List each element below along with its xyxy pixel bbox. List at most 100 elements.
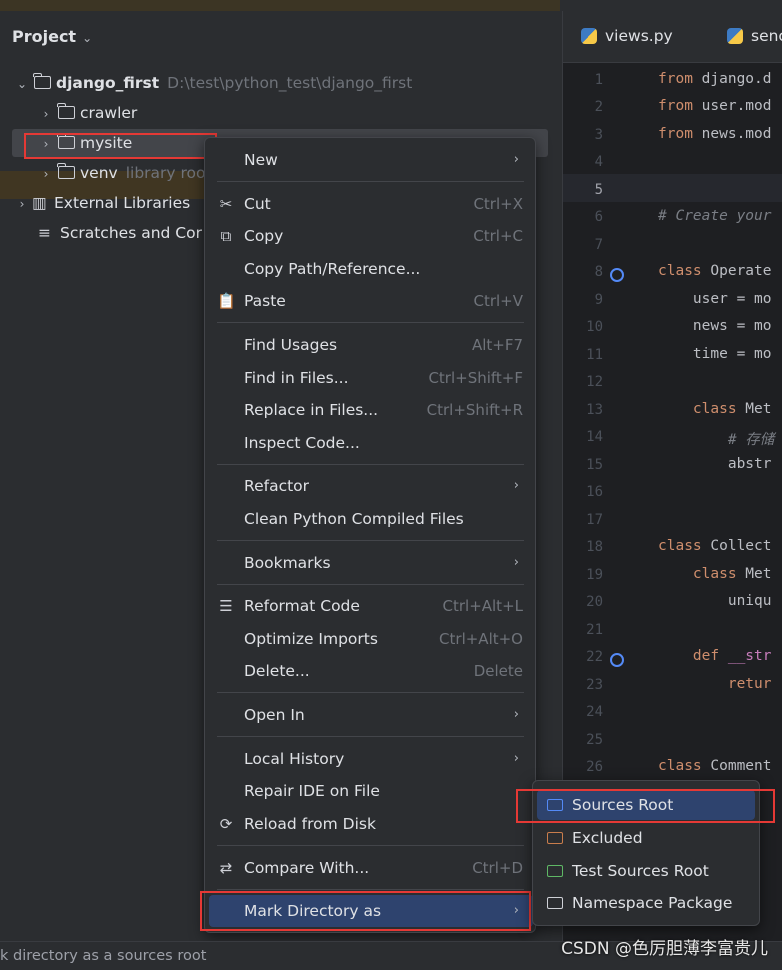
code-text: user.mod xyxy=(692,98,772,114)
code-text: user = mo xyxy=(658,291,772,307)
menu-item-reformat-code[interactable]: ☰ Reformat Code Ctrl+Alt+L xyxy=(205,591,535,621)
tree-item-scratches[interactable]: ≡ Scratches and Cor xyxy=(38,219,202,247)
menu-item-label: Find Usages xyxy=(244,336,338,354)
menu-item-label: Optimize Imports xyxy=(244,630,378,648)
menu-item-optimize-imports[interactable]: Optimize Imports Ctrl+Alt+O xyxy=(205,624,535,654)
annotation-box-mark-directory xyxy=(200,891,531,931)
code-text: abstr xyxy=(658,456,772,472)
tab-label: views.py xyxy=(605,27,673,45)
tree-item-label: venv xyxy=(80,164,118,182)
menu-item-find-in-files[interactable]: Find in Files... Ctrl+Shift+F xyxy=(205,363,535,393)
code-keyword: class xyxy=(658,263,702,279)
menu-item-label: Copy Path/Reference... xyxy=(244,260,421,278)
menu-item-label: Paste xyxy=(244,292,286,310)
menu-item-shortcut: Ctrl+Alt+O xyxy=(439,630,523,648)
title-strip xyxy=(0,0,782,11)
menu-separator xyxy=(217,322,524,323)
menu-item-label: Inspect Code... xyxy=(244,434,360,452)
code-text: Met xyxy=(736,566,772,582)
menu-item-label: Clean Python Compiled Files xyxy=(244,510,464,528)
submenu-item-label: Excluded xyxy=(572,829,643,847)
menu-item-new[interactable]: New › xyxy=(205,145,535,175)
code-comment: # Create your xyxy=(658,208,772,224)
folder-icon xyxy=(57,163,75,179)
code-text: __str xyxy=(719,648,772,664)
menu-separator xyxy=(217,692,524,693)
code-text: django.d xyxy=(692,71,772,87)
tree-item-label: crawler xyxy=(80,104,138,122)
menu-item-shortcut: Alt+F7 xyxy=(471,336,523,354)
menu-item-label: Replace in Files... xyxy=(244,401,379,419)
menu-item-shortcut: Ctrl+Alt+L xyxy=(442,597,524,615)
code-text: Met xyxy=(736,401,772,417)
tab-second-file[interactable]: senc xyxy=(727,27,782,45)
reload-icon: ⟳ xyxy=(219,815,233,833)
menu-item-reload-from-disk[interactable]: ⟳ Reload from Disk xyxy=(205,809,535,839)
code-text: uniqu xyxy=(658,593,772,609)
tree-item-django-first[interactable]: ⌄ django_first D:\test\python_test\django_… xyxy=(14,69,412,97)
code-keyword: from xyxy=(658,98,693,114)
chevron-down-icon[interactable]: ⌄ xyxy=(82,31,92,45)
chevron-right-icon[interactable]: › xyxy=(14,190,30,218)
menu-item-label: Repair IDE on File xyxy=(244,782,380,800)
menu-item-inspect-code[interactable]: Inspect Code... xyxy=(205,428,535,458)
menu-item-replace-in-files[interactable]: Replace in Files... Ctrl+Shift+R xyxy=(205,395,535,425)
code-comment: # 存储 xyxy=(658,432,775,448)
context-menu: New › ✂ Cut Ctrl+X ⧉ Copy Ctrl+C Copy Path/Re… xyxy=(204,137,536,933)
chevron-right-icon[interactable]: › xyxy=(38,160,54,188)
code-keyword: class xyxy=(658,758,702,774)
menu-item-local-history[interactable]: Local History › xyxy=(205,744,535,774)
menu-item-delete[interactable]: Delete... Delete xyxy=(205,656,535,686)
menu-separator xyxy=(217,889,524,890)
editor-tab-bar: views.py senc xyxy=(563,11,782,63)
tree-item-crawler[interactable]: › crawler xyxy=(38,99,137,127)
submenu-item-label: Namespace Package xyxy=(572,894,733,912)
folder-icon xyxy=(57,103,75,119)
scissors-icon: ✂ xyxy=(219,195,233,213)
menu-item-label: New xyxy=(244,151,278,169)
menu-item-shortcut: Delete xyxy=(473,662,523,680)
menu-item-label: Reload from Disk xyxy=(244,815,376,833)
menu-item-repair-ide[interactable]: Repair IDE on File xyxy=(205,776,535,806)
menu-item-refactor[interactable]: Refactor › xyxy=(205,471,535,501)
menu-item-clean-python[interactable]: Clean Python Compiled Files xyxy=(205,504,535,534)
chevron-down-icon[interactable]: ⌄ xyxy=(14,70,30,98)
menu-item-bookmarks[interactable]: Bookmarks › xyxy=(205,548,535,578)
menu-item-open-in[interactable]: Open In › xyxy=(205,700,535,730)
submenu-item-namespace-package[interactable]: Namespace Package xyxy=(537,888,755,918)
tree-item-venv[interactable]: › venv library roo xyxy=(38,159,206,187)
menu-item-shortcut: Ctrl+X xyxy=(473,195,523,213)
copy-icon: ⧉ xyxy=(220,227,232,245)
menu-item-compare-with[interactable]: ⇄ Compare With... Ctrl+D xyxy=(205,853,535,883)
tab-views-py[interactable]: views.py xyxy=(581,27,673,45)
submenu-item-excluded[interactable]: Excluded xyxy=(537,823,755,853)
menu-item-label: Cut xyxy=(244,195,271,213)
menu-item-find-usages[interactable]: Find Usages Alt+F7 xyxy=(205,330,535,360)
tree-item-external-libraries[interactable]: › ▥ External Libraries xyxy=(14,189,191,218)
code-text: retur xyxy=(658,676,772,692)
code-text: news.mod xyxy=(692,126,772,142)
menu-item-paste[interactable]: 📋 Paste Ctrl+V xyxy=(205,286,535,316)
python-file-icon xyxy=(581,28,597,44)
library-icon: ▥ xyxy=(32,194,47,212)
menu-item-cut[interactable]: ✂ Cut Ctrl+X xyxy=(205,189,535,219)
menu-item-copy[interactable]: ⧉ Copy Ctrl+C xyxy=(205,221,535,251)
menu-item-shortcut: Ctrl+D xyxy=(472,859,523,877)
tree-item-label: django_first xyxy=(56,74,160,92)
chevron-right-icon[interactable]: › xyxy=(38,100,54,128)
chevron-right-icon: › xyxy=(513,152,519,167)
excluded-folder-icon xyxy=(547,832,563,844)
menu-item-label: Reformat Code xyxy=(244,597,360,615)
menu-separator xyxy=(217,845,524,846)
watermark: CSDN @色厉胆薄李富贵儿 xyxy=(561,939,768,959)
submenu-item-test-sources-root[interactable]: Test Sources Root xyxy=(537,856,755,886)
chevron-right-icon: › xyxy=(513,555,519,570)
tree-item-hint: library roo xyxy=(125,164,206,182)
menu-item-label: Copy xyxy=(244,227,284,245)
menu-item-shortcut: Ctrl+C xyxy=(473,227,523,245)
code-text: Collect xyxy=(701,538,772,554)
menu-item-shortcut: Ctrl+V xyxy=(473,292,523,310)
menu-item-copy-path[interactable]: Copy Path/Reference... xyxy=(205,254,535,284)
menu-item-label: Delete... xyxy=(244,662,310,680)
project-panel-title[interactable]: Project ⌄ xyxy=(12,27,92,46)
